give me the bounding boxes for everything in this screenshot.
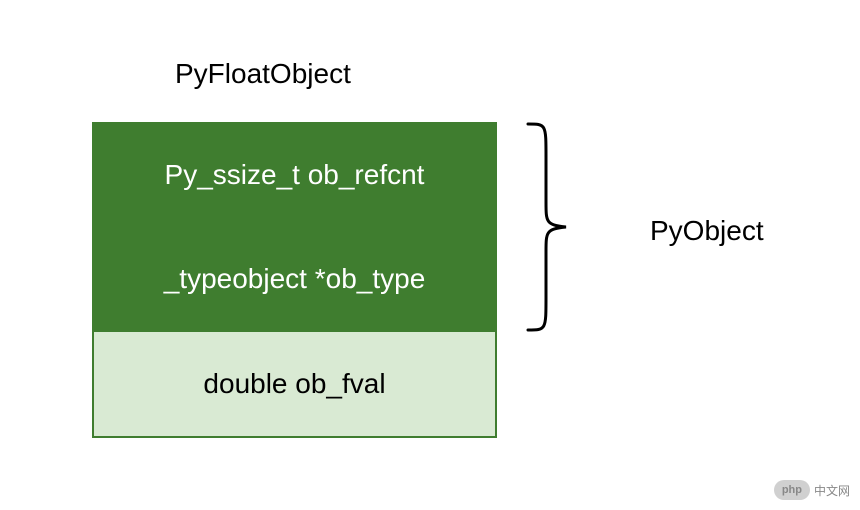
group-label-pyobject: PyObject xyxy=(650,215,764,247)
struct-row-refcnt: Py_ssize_t ob_refcnt xyxy=(94,124,495,228)
struct-table: Py_ssize_t ob_refcnt _typeobject *ob_typ… xyxy=(92,122,497,438)
watermark-text: 中文网 xyxy=(814,482,850,499)
watermark-badge: php xyxy=(774,480,810,500)
watermark: php 中文网 xyxy=(774,480,850,500)
struct-row-fval: double ob_fval xyxy=(94,332,495,436)
diagram-title: PyFloatObject xyxy=(175,58,351,90)
curly-brace-icon xyxy=(518,122,578,332)
struct-row-type: _typeobject *ob_type xyxy=(94,228,495,332)
